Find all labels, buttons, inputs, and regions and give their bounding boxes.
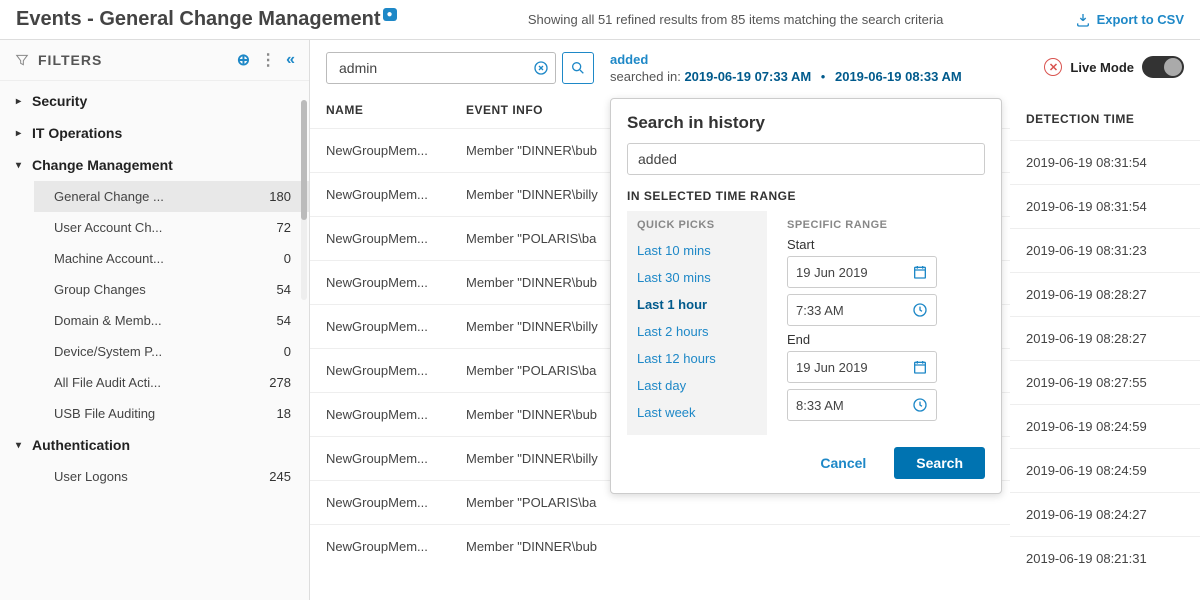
sidebar-item-usb-audit[interactable]: USB File Auditing18: [34, 398, 309, 429]
page-header: Events - General Change Management● Show…: [0, 0, 1200, 40]
calendar-icon: [912, 264, 928, 280]
filters-sidebar: FILTERS ⊕ ⋮ « ▸ Security ▸ IT Operations…: [0, 40, 310, 600]
popover-title: Search in history: [627, 113, 985, 133]
popover-actions: Cancel Search: [627, 447, 985, 479]
scrollbar-thumb[interactable]: [301, 100, 307, 220]
pick-last-1-hour[interactable]: Last 1 hour: [637, 291, 757, 318]
end-date-input[interactable]: 19 Jun 2019: [787, 351, 937, 383]
sidebar-item-user-account[interactable]: User Account Ch...72: [34, 212, 309, 243]
filters-header: FILTERS ⊕ ⋮ «: [0, 40, 309, 81]
detection-time-cell: 2019-06-19 08:24:59: [1010, 448, 1200, 492]
detection-time-cell: 2019-06-19 08:31:23: [1010, 228, 1200, 272]
tree-section-it-operations[interactable]: ▸ IT Operations: [0, 117, 309, 149]
export-icon: [1075, 12, 1091, 28]
search-icon: [570, 60, 586, 76]
filters-title: FILTERS: [38, 52, 237, 68]
searched-term: added: [610, 52, 1028, 67]
page-title: Events - General Change Management●: [16, 8, 397, 31]
column-name[interactable]: NAME: [326, 103, 466, 117]
tree-section-security[interactable]: ▸ Security: [0, 85, 309, 117]
filter-icon: [14, 52, 30, 68]
export-csv-button[interactable]: Export to CSV: [1075, 12, 1184, 28]
clear-icon[interactable]: [533, 60, 549, 76]
time-range-label: IN SELECTED TIME RANGE: [627, 189, 985, 203]
tree-section-authentication[interactable]: ▾ Authentication: [0, 429, 309, 461]
quick-picks-panel: QUICK PICKS Last 10 mins Last 30 mins La…: [627, 211, 767, 435]
collapse-sidebar-button[interactable]: «: [286, 51, 295, 69]
detection-time-cell: 2019-06-19 08:24:27: [1010, 492, 1200, 536]
add-filter-button[interactable]: ⊕: [237, 50, 250, 70]
search-button[interactable]: Search: [894, 447, 985, 479]
start-label: Start: [787, 237, 981, 252]
pick-last-12-hours[interactable]: Last 12 hours: [637, 345, 757, 372]
live-mode-toggle[interactable]: [1142, 56, 1184, 78]
start-date-input[interactable]: 19 Jun 2019: [787, 256, 937, 288]
detection-time-cell: 2019-06-19 08:28:27: [1010, 272, 1200, 316]
history-search-input[interactable]: [627, 143, 985, 175]
search-history-popover: Search in history IN SELECTED TIME RANGE…: [610, 98, 1002, 494]
filter-menu-button[interactable]: ⋮: [260, 50, 276, 70]
time-range-row: QUICK PICKS Last 10 mins Last 30 mins La…: [627, 211, 985, 435]
caret-right-icon: ▸: [16, 128, 26, 139]
content-area: added searched in: 2019-06-19 07:33 AM •…: [310, 40, 1200, 600]
cancel-button[interactable]: Cancel: [804, 447, 882, 479]
live-mode-off-icon: ✕: [1044, 58, 1062, 76]
authentication-items: User Logons245: [0, 461, 309, 492]
clock-icon: [912, 302, 928, 318]
detection-time-column: DETECTION TIME 2019-06-19 08:31:54 2019-…: [1010, 98, 1200, 580]
search-input[interactable]: [333, 60, 533, 76]
sidebar-item-file-audit[interactable]: All File Audit Acti...278: [34, 367, 309, 398]
search-button[interactable]: [562, 52, 594, 84]
searched-to-date[interactable]: 2019-06-19 08:33 AM: [835, 69, 962, 84]
title-badge: ●: [383, 8, 397, 21]
sidebar-item-device-system[interactable]: Device/System P...0: [34, 336, 309, 367]
live-mode-control: ✕ Live Mode: [1044, 56, 1184, 78]
search-box: [326, 52, 556, 84]
pick-last-day[interactable]: Last day: [637, 372, 757, 399]
detection-time-cell: 2019-06-19 08:28:27: [1010, 316, 1200, 360]
tree-section-change-management[interactable]: ▾ Change Management: [0, 149, 309, 181]
toolbar: added searched in: 2019-06-19 07:33 AM •…: [310, 40, 1200, 92]
specific-range-panel: SPECIFIC RANGE Start 19 Jun 2019 7:33 AM…: [767, 211, 985, 435]
sidebar-item-general-change[interactable]: General Change ...180: [34, 181, 309, 212]
filter-tree: ▸ Security ▸ IT Operations ▾ Change Mana…: [0, 81, 309, 496]
pick-last-week[interactable]: Last week: [637, 399, 757, 426]
sidebar-item-group-changes[interactable]: Group Changes54: [34, 274, 309, 305]
search-meta: added searched in: 2019-06-19 07:33 AM •…: [610, 52, 1028, 84]
live-mode-label: Live Mode: [1070, 60, 1134, 75]
main-layout: FILTERS ⊕ ⋮ « ▸ Security ▸ IT Operations…: [0, 40, 1200, 600]
end-time-input[interactable]: 8:33 AM: [787, 389, 937, 421]
pick-last-2-hours[interactable]: Last 2 hours: [637, 318, 757, 345]
end-label: End: [787, 332, 981, 347]
detection-time-cell: 2019-06-19 08:21:31: [1010, 536, 1200, 580]
sidebar-item-machine-account[interactable]: Machine Account...0: [34, 243, 309, 274]
calendar-icon: [912, 359, 928, 375]
caret-down-icon: ▾: [16, 160, 26, 171]
pick-last-10-mins[interactable]: Last 10 mins: [637, 237, 757, 264]
pick-last-30-mins[interactable]: Last 30 mins: [637, 264, 757, 291]
clock-icon: [912, 397, 928, 413]
caret-down-icon: ▾: [16, 440, 26, 451]
detection-time-cell: 2019-06-19 08:31:54: [1010, 140, 1200, 184]
detection-time-cell: 2019-06-19 08:24:59: [1010, 404, 1200, 448]
sidebar-item-domain-memb[interactable]: Domain & Memb...54: [34, 305, 309, 336]
searched-from-date[interactable]: 2019-06-19 07:33 AM: [684, 69, 811, 84]
sidebar-item-user-logons[interactable]: User Logons245: [34, 461, 309, 492]
detection-time-cell: 2019-06-19 08:31:54: [1010, 184, 1200, 228]
change-management-items: General Change ...180 User Account Ch...…: [0, 181, 309, 429]
column-detection-time[interactable]: DETECTION TIME: [1010, 98, 1200, 140]
caret-right-icon: ▸: [16, 96, 26, 107]
start-time-input[interactable]: 7:33 AM: [787, 294, 937, 326]
detection-time-cell: 2019-06-19 08:27:55: [1010, 360, 1200, 404]
results-summary: Showing all 51 refined results from 85 i…: [397, 12, 1075, 27]
